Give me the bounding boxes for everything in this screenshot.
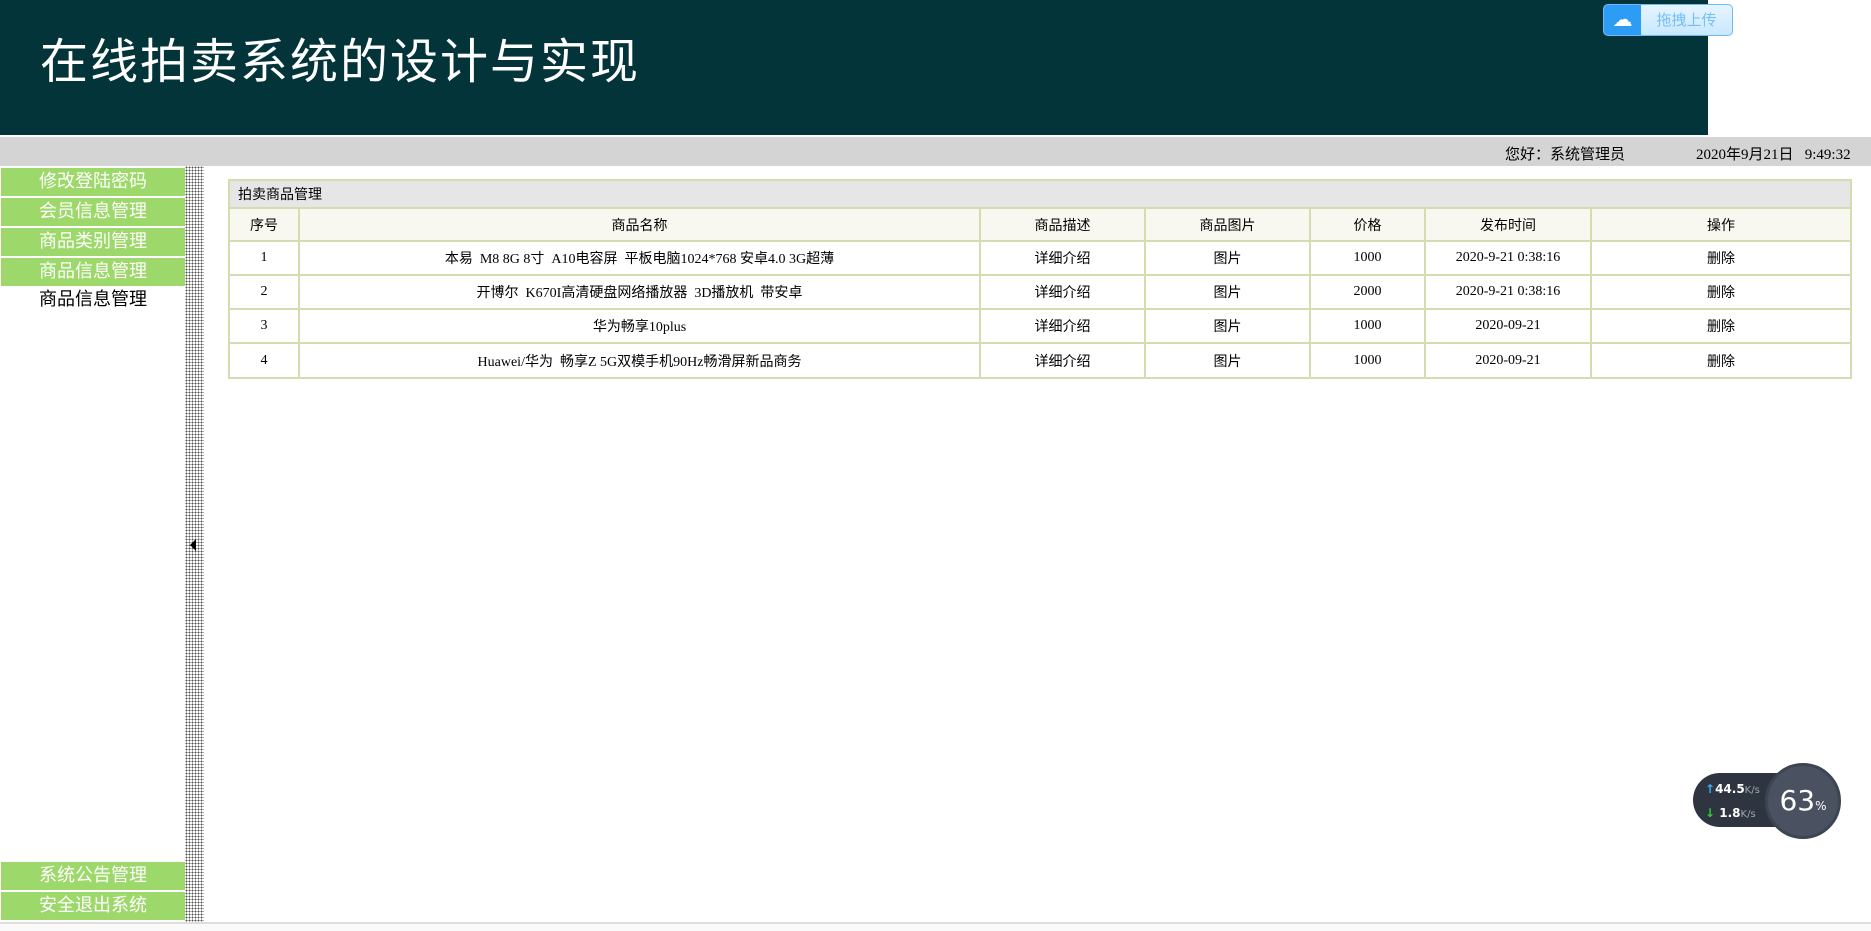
greeting: 您好：系统管理员 — [1505, 147, 1626, 163]
sidebar-item-announcements[interactable]: 系统公告管理 — [1, 862, 185, 890]
sidebar: 修改登陆密码 会员信息管理 商品类别管理 商品信息管理 商品信息管理 系统公告管… — [0, 166, 185, 922]
table-row: 4 Huawei/华为 畅享Z 5G双模手机90Hz畅滑屏新品商务 详细介绍 图… — [230, 342, 1850, 377]
percent-value: 63 — [1779, 784, 1816, 817]
upload-label: 拖拽上传 — [1656, 11, 1717, 29]
table-header: 序号 商品名称 商品描述 商品图片 价格 发布时间 操作 — [230, 209, 1850, 242]
delete-link[interactable]: 删除 — [1590, 274, 1850, 310]
sidebar-item-change-password[interactable]: 修改登陆密码 — [1, 168, 185, 196]
sidebar-subitem-products[interactable]: 商品信息管理 — [1, 286, 185, 314]
delete-link[interactable]: 删除 — [1590, 342, 1850, 377]
detail-link[interactable]: 详细介绍 — [979, 308, 1146, 344]
row-price: 2000 — [1309, 274, 1426, 310]
memory-usage-gauge: 63% — [1765, 763, 1841, 839]
row-name: 开博尔 K670I高清硬盘网络播放器 3D播放机 带安卓 — [298, 274, 981, 310]
col-desc: 商品描述 — [979, 209, 1146, 242]
detail-link[interactable]: 详细介绍 — [979, 342, 1146, 377]
image-link[interactable]: 图片 — [1144, 342, 1311, 377]
row-no: 1 — [230, 240, 300, 276]
download-speed-value: 1.8 — [1719, 806, 1741, 820]
table-row: 2 开博尔 K670I高清硬盘网络播放器 3D播放机 带安卓 详细介绍 图片 2… — [230, 274, 1850, 310]
browser-status-bar — [0, 922, 1871, 931]
row-time: 2020-09-21 — [1424, 308, 1592, 344]
table-row: 1 本易 M8 8G 8寸 A10电容屏 平板电脑1024*768 安卓4.0 … — [230, 240, 1850, 276]
page-title: 在线拍卖系统的设计与实现 — [40, 34, 641, 90]
products-table: 序号 商品名称 商品描述 商品图片 价格 发布时间 操作 1 本易 M8 8G … — [230, 209, 1850, 377]
row-name: 本易 M8 8G 8寸 A10电容屏 平板电脑1024*768 安卓4.0 3G… — [298, 240, 981, 276]
table-row: 3 华为畅享10plus 详细介绍 图片 1000 2020-09-21 删除 — [230, 308, 1850, 344]
datetime: 2020年9月21日 9:49:32 — [1696, 147, 1851, 163]
row-price: 1000 — [1309, 308, 1426, 344]
upload-speed-value: 44.5 — [1715, 782, 1745, 796]
sidebar-item-products[interactable]: 商品信息管理 — [1, 258, 185, 286]
col-name: 商品名称 — [298, 209, 981, 242]
image-link[interactable]: 图片 — [1144, 274, 1311, 310]
download-unit: K/s — [1740, 809, 1756, 820]
status-bar: 您好：系统管理员 2020年9月21日 9:49:32 — [0, 137, 1871, 166]
image-link[interactable]: 图片 — [1144, 240, 1311, 276]
row-price: 1000 — [1309, 240, 1426, 276]
row-time: 2020-9-21 0:38:16 — [1424, 240, 1592, 276]
sidebar-item-categories[interactable]: 商品类别管理 — [1, 228, 185, 256]
row-time: 2020-9-21 0:38:16 — [1424, 274, 1592, 310]
detail-link[interactable]: 详细介绍 — [979, 240, 1146, 276]
row-no: 4 — [230, 342, 300, 377]
arrow-up-icon: ↑ — [1705, 782, 1716, 796]
row-name: Huawei/华为 畅享Z 5G双模手机90Hz畅滑屏新品商务 — [298, 342, 981, 377]
cloud-icon: ☁ — [1604, 5, 1641, 35]
detail-link[interactable]: 详细介绍 — [979, 274, 1146, 310]
collapse-arrow-icon[interactable] — [190, 539, 196, 551]
col-price: 价格 — [1309, 209, 1426, 242]
col-op: 操作 — [1590, 209, 1850, 242]
col-no: 序号 — [230, 209, 300, 242]
panel-title: 拍卖商品管理 — [230, 181, 1850, 209]
row-name: 华为畅享10plus — [298, 308, 981, 344]
col-time: 发布时间 — [1424, 209, 1592, 242]
row-no: 3 — [230, 308, 300, 344]
sidebar-item-logout[interactable]: 安全退出系统 — [1, 892, 185, 920]
upload-speed: ↑44.5K/s — [1705, 782, 1760, 796]
image-link[interactable]: 图片 — [1144, 308, 1311, 344]
delete-link[interactable]: 删除 — [1590, 308, 1850, 344]
sidebar-item-members[interactable]: 会员信息管理 — [1, 198, 185, 226]
header-banner: 在线拍卖系统的设计与实现 — [0, 0, 1708, 135]
row-price: 1000 — [1309, 342, 1426, 377]
network-speed-widget[interactable]: ↑44.5K/s ↓ 1.8K/s 63% — [1693, 763, 1841, 841]
row-time: 2020-09-21 — [1424, 342, 1592, 377]
download-speed: ↓ 1.8K/s — [1705, 806, 1756, 820]
drag-upload-button[interactable]: ☁ 拖拽上传 — [1603, 4, 1733, 36]
delete-link[interactable]: 删除 — [1590, 240, 1850, 276]
percent-sign: % — [1815, 799, 1827, 813]
upload-unit: K/s — [1744, 785, 1760, 796]
row-no: 2 — [230, 274, 300, 310]
arrow-down-icon: ↓ — [1705, 806, 1716, 820]
auction-products-panel: 拍卖商品管理 序号 商品名称 商品描述 商品图片 价格 发布时间 操作 1 本易… — [228, 179, 1852, 379]
col-pic: 商品图片 — [1144, 209, 1311, 242]
